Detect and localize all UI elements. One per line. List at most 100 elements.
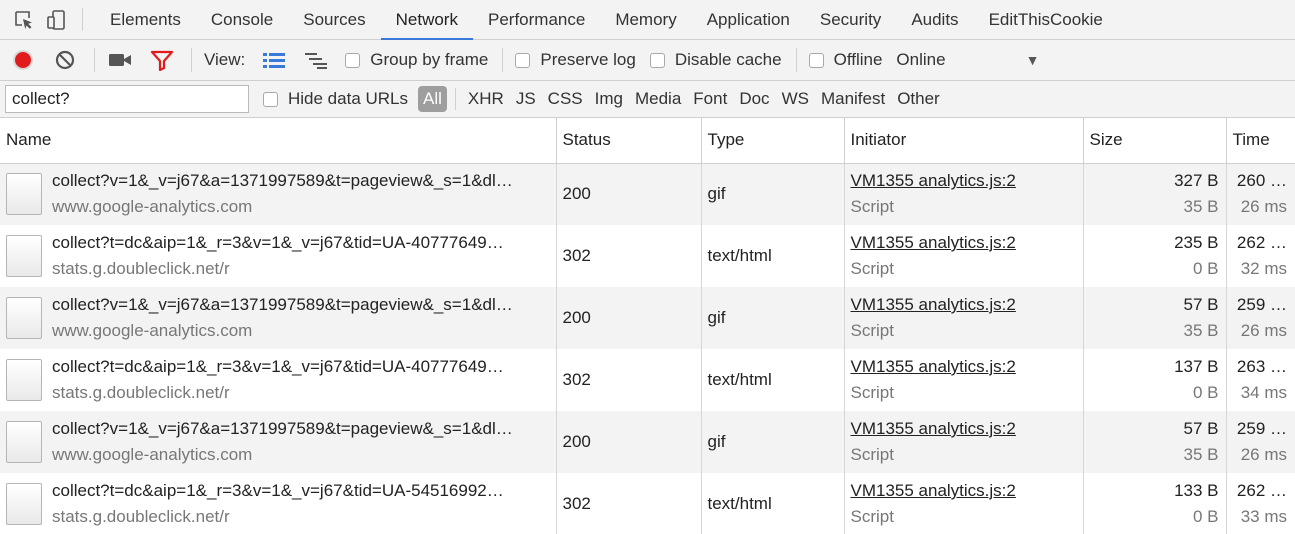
device-toolbar-icon[interactable] (40, 0, 72, 39)
filter-type-font[interactable]: Font (687, 89, 733, 109)
group-by-frame-label: Group by frame (370, 50, 489, 69)
name-cell[interactable]: collect?v=1&_v=j67&a=1371997589&t=pagevi… (0, 411, 557, 473)
table-row[interactable]: collect?t=dc&aip=1&_r=3&v=1&_v=j67&tid=U… (0, 349, 1295, 411)
column-header-size[interactable]: Size (1083, 118, 1227, 164)
filter-type-doc[interactable]: Doc (733, 89, 775, 109)
capture-screenshots-icon[interactable] (107, 47, 133, 73)
size-cell: 327 B 35 B (1083, 163, 1227, 225)
table-row[interactable]: collect?t=dc&aip=1&_r=3&v=1&_v=j67&tid=U… (0, 225, 1295, 287)
total-time: 262 … (1236, 481, 1287, 500)
initiator-type: Script (850, 259, 894, 278)
filter-type-ws[interactable]: WS (776, 89, 815, 109)
initiator-link[interactable]: VM1355 analytics.js:2 (851, 416, 1083, 442)
filter-type-css[interactable]: CSS (542, 89, 589, 109)
throttling-select[interactable]: Online ▼ (896, 50, 1039, 70)
request-domain: stats.g.doubleclick.net/r (52, 259, 230, 278)
initiator-link[interactable]: VM1355 analytics.js:2 (851, 354, 1083, 380)
transfer-size: 137 B (1174, 357, 1219, 376)
file-icon (6, 173, 42, 216)
name-cell[interactable]: collect?v=1&_v=j67&a=1371997589&t=pagevi… (0, 163, 557, 225)
total-time: 263 … (1236, 357, 1287, 376)
request-domain: www.google-analytics.com (52, 197, 253, 217)
initiator-link[interactable]: VM1355 analytics.js:2 (851, 168, 1083, 194)
filter-type-xhr[interactable]: XHR (462, 89, 510, 109)
filter-type-img[interactable]: Img (589, 89, 629, 109)
column-header-time[interactable]: Time (1226, 118, 1295, 164)
time-cell: 262 … 33 ms (1226, 473, 1295, 534)
table-header-row: Name Status Type Initiator Size Time (0, 118, 1295, 164)
group-by-frame-checkbox[interactable]: Group by frame (345, 50, 488, 70)
disable-cache-checkbox[interactable]: Disable cache (649, 50, 782, 70)
checkbox-box[interactable] (808, 52, 824, 68)
waterfall-overview-icon[interactable] (303, 47, 329, 73)
status-cell: 200 (556, 411, 702, 473)
filter-type-media[interactable]: Media (629, 89, 687, 109)
filter-icon[interactable] (149, 47, 175, 73)
file-icon (6, 297, 42, 339)
filter-type-all[interactable]: All (418, 86, 447, 112)
initiator-link[interactable]: VM1355 analytics.js:2 (851, 478, 1083, 504)
tab-console[interactable]: Console (196, 0, 288, 39)
request-domain: www.google-analytics.com (52, 445, 253, 464)
name-cell[interactable]: collect?t=dc&aip=1&_r=3&v=1&_v=j67&tid=U… (0, 473, 557, 534)
checkbox-box[interactable] (345, 52, 361, 68)
name-cell[interactable]: collect?t=dc&aip=1&_r=3&v=1&_v=j67&tid=U… (0, 349, 557, 411)
tab-elements[interactable]: Elements (95, 0, 196, 39)
tab-security[interactable]: Security (805, 0, 896, 39)
request-domain: stats.g.doubleclick.net/r (52, 383, 230, 402)
initiator-link[interactable]: VM1355 analytics.js:2 (851, 230, 1083, 256)
record-icon[interactable] (10, 47, 36, 73)
total-time: 260 … (1236, 171, 1287, 191)
tab-network[interactable]: Network (380, 0, 474, 40)
tab-application[interactable]: Application (692, 0, 805, 39)
time-cell: 263 … 34 ms (1226, 349, 1295, 411)
latency: 32 ms (1240, 259, 1287, 278)
initiator-link[interactable]: VM1355 analytics.js:2 (851, 292, 1083, 318)
filter-type-manifest[interactable]: Manifest (815, 89, 891, 109)
size-cell: 235 B 0 B (1083, 225, 1227, 287)
name-cell[interactable]: collect?v=1&_v=j67&a=1371997589&t=pagevi… (0, 287, 557, 349)
dropdown-caret-icon: ▼ (1025, 52, 1040, 68)
hide-data-urls-checkbox[interactable]: Hide data URLs (263, 89, 408, 109)
offline-checkbox[interactable]: Offline (808, 50, 882, 70)
filter-type-other[interactable]: Other (891, 89, 946, 109)
transfer-size: 133 B (1174, 481, 1219, 500)
tabbar-divider (82, 8, 83, 31)
tab-memory[interactable]: Memory (600, 0, 691, 39)
filter-input[interactable] (5, 85, 249, 113)
column-header-status[interactable]: Status (556, 118, 702, 164)
toolbar-divider (795, 48, 797, 72)
file-icon (6, 359, 42, 401)
status-cell: 302 (556, 473, 702, 534)
tab-sources[interactable]: Sources (288, 0, 380, 39)
table-row[interactable]: collect?v=1&_v=j67&a=1371997589&t=pagevi… (0, 163, 1295, 225)
type-cell: gif (701, 411, 845, 473)
tab-audits[interactable]: Audits (896, 0, 973, 39)
filter-type-js[interactable]: JS (510, 89, 542, 109)
checkbox-box[interactable] (649, 52, 665, 68)
table-row[interactable]: collect?v=1&_v=j67&a=1371997589&t=pagevi… (0, 411, 1295, 473)
checkbox-box[interactable] (263, 91, 278, 107)
column-header-name[interactable]: Name (0, 118, 557, 164)
type-cell: text/html (701, 473, 845, 534)
hide-data-urls-label: Hide data URLs (288, 89, 409, 108)
tab-performance[interactable]: Performance (473, 0, 600, 39)
throttling-value: Online (896, 50, 946, 69)
latency: 33 ms (1240, 507, 1287, 526)
column-header-initiator[interactable]: Initiator (844, 118, 1084, 164)
latency: 26 ms (1240, 321, 1287, 340)
name-cell[interactable]: collect?t=dc&aip=1&_r=3&v=1&_v=j67&tid=U… (0, 225, 557, 287)
request-domain: www.google-analytics.com (52, 321, 253, 340)
type-cell: text/html (701, 225, 845, 287)
table-row[interactable]: collect?t=dc&aip=1&_r=3&v=1&_v=j67&tid=U… (0, 473, 1295, 534)
checkbox-box[interactable] (515, 52, 531, 68)
file-icon (6, 235, 42, 277)
inspect-element-icon[interactable] (8, 0, 40, 39)
latency: 26 ms (1240, 445, 1287, 464)
preserve-log-checkbox[interactable]: Preserve log (515, 50, 636, 70)
clear-icon[interactable] (52, 47, 78, 73)
column-header-type[interactable]: Type (701, 118, 845, 164)
large-rows-icon[interactable] (261, 47, 287, 73)
table-row[interactable]: collect?v=1&_v=j67&a=1371997589&t=pagevi… (0, 287, 1295, 349)
tab-editthiscookie[interactable]: EditThisCookie (974, 0, 1118, 39)
